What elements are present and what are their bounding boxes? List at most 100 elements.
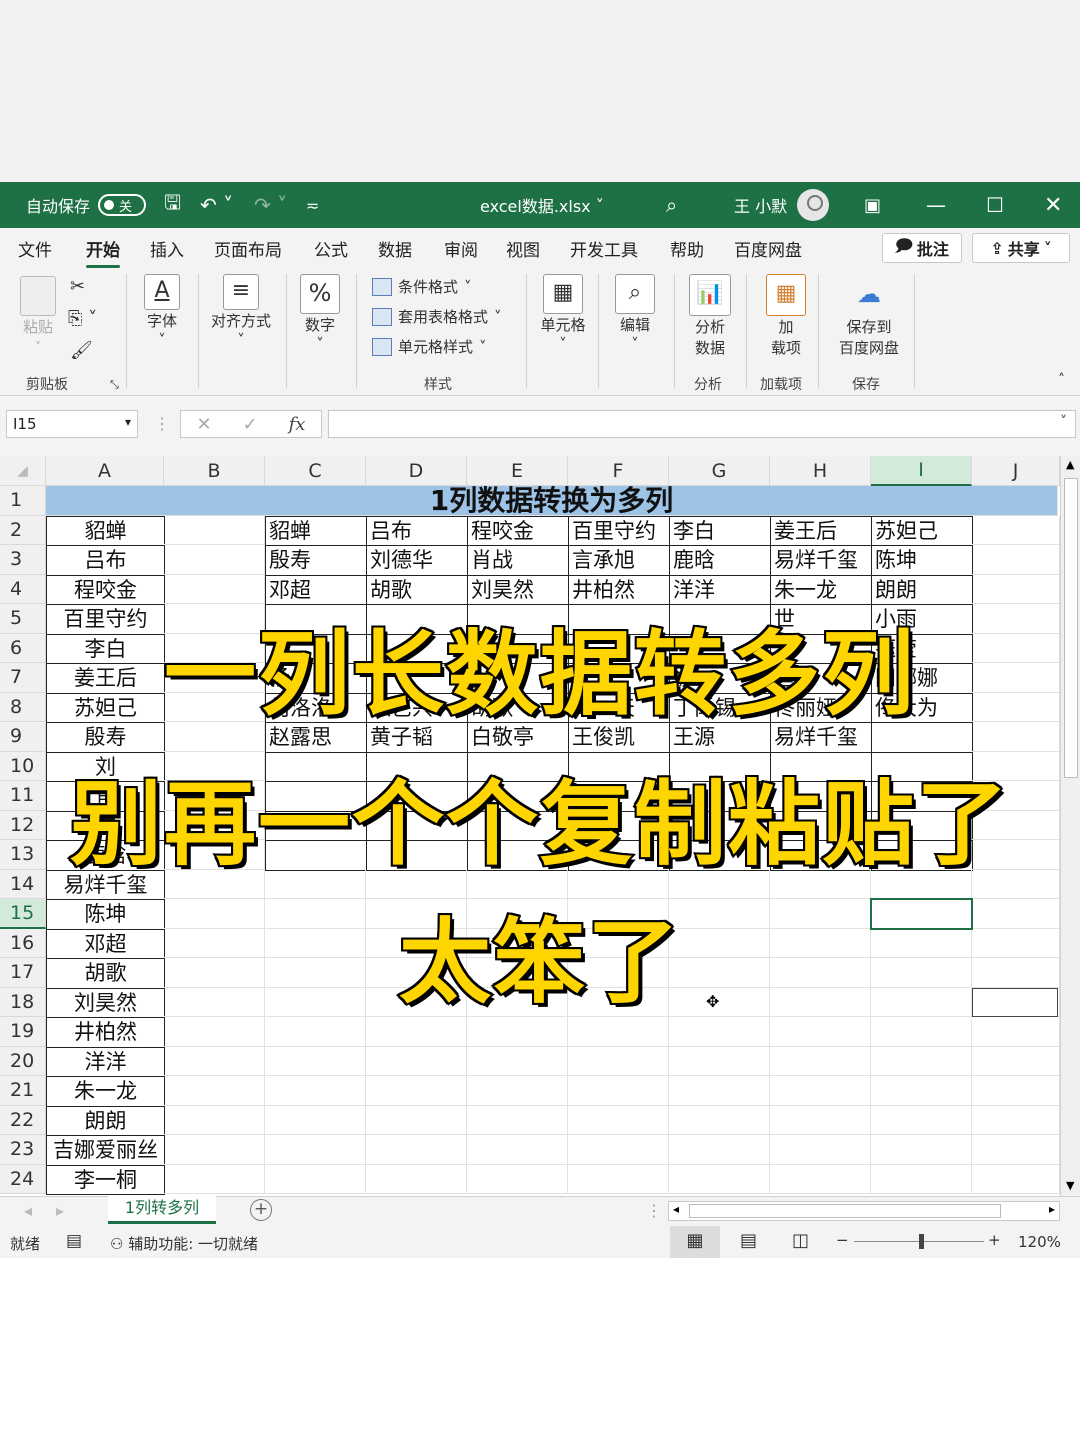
table-cell[interactable]: 井柏然 [46, 1017, 165, 1048]
zoom-level[interactable]: 120% [1018, 1233, 1061, 1251]
table-cell[interactable] [669, 1164, 770, 1194]
table-cell[interactable]: 吉娜爱丽丝 [46, 1135, 165, 1166]
tab-view[interactable]: 视图 [506, 236, 540, 261]
table-cell[interactable] [467, 1135, 568, 1165]
paste-button[interactable]: 粘贴 ˅ [18, 276, 58, 355]
row-header[interactable]: 21 [0, 1076, 46, 1106]
cut-icon[interactable]: ✂ [70, 276, 85, 297]
row-header[interactable]: 2 [0, 515, 46, 545]
table-cell[interactable]: 朱一龙 [46, 1076, 165, 1107]
table-cell[interactable] [164, 1164, 265, 1194]
sheet-tab-active[interactable]: 1列转多列 [108, 1196, 216, 1224]
table-cell[interactable] [265, 1017, 366, 1047]
table-cell[interactable]: 程咬金 [467, 515, 569, 546]
table-cell[interactable] [164, 1105, 265, 1135]
table-cell[interactable] [265, 1046, 366, 1076]
cell-style-button[interactable]: 单元格样式 ˅ [372, 336, 487, 357]
expand-formula-icon[interactable]: ˅ [1060, 414, 1067, 430]
macro-record-icon[interactable]: ▤ [66, 1231, 82, 1251]
page-layout-icon[interactable]: ▤ [740, 1230, 757, 1251]
accessibility-status[interactable]: ⚇ 辅助功能: 一切就绪 [110, 1233, 258, 1254]
scroll-down-icon[interactable]: ▼ [1066, 1179, 1074, 1192]
dialog-launcher-icon[interactable]: ⤡ [110, 378, 119, 392]
next-sheet-icon[interactable]: ▸ [56, 1201, 64, 1220]
table-cell[interactable]: 吕布 [46, 545, 165, 576]
customize-qat-icon[interactable]: ≂ [306, 182, 319, 228]
table-cell[interactable] [669, 1017, 770, 1047]
zoom-in-icon[interactable]: + [988, 1231, 1001, 1249]
prev-sheet-icon[interactable]: ◂ [24, 1201, 32, 1220]
maximize-icon[interactable]: ☐ [986, 182, 1004, 228]
table-cell[interactable] [669, 1105, 770, 1135]
table-cell[interactable] [164, 1076, 265, 1106]
row-header[interactable]: 24 [0, 1164, 46, 1194]
table-cell[interactable] [972, 1076, 1060, 1106]
table-cell[interactable] [770, 1105, 871, 1135]
table-cell[interactable] [366, 1017, 467, 1047]
tab-baidu[interactable]: 百度网盘 [734, 236, 802, 261]
tab-home[interactable]: 开始 [86, 236, 120, 268]
table-cell[interactable] [366, 1046, 467, 1076]
column-header[interactable]: E [467, 456, 568, 486]
column-header[interactable]: D [366, 456, 467, 486]
table-cell[interactable] [770, 1135, 871, 1165]
scroll-up-icon[interactable]: ▲ [1066, 458, 1074, 471]
minimize-icon[interactable]: — [926, 182, 946, 228]
table-cell[interactable]: 李一桐 [46, 1164, 165, 1195]
table-cell[interactable] [770, 1046, 871, 1076]
horizontal-scrollbar[interactable]: ◂ ▸ [668, 1201, 1060, 1221]
tab-page-layout[interactable]: 页面布局 [214, 236, 282, 261]
font-button[interactable]: A 字体 ˅ [140, 274, 184, 349]
tab-data[interactable]: 数据 [378, 236, 412, 261]
table-cell[interactable]: 李白 [669, 515, 771, 546]
column-header[interactable]: B [164, 456, 265, 486]
table-cell[interactable] [164, 515, 265, 545]
row-header[interactable]: 19 [0, 1017, 46, 1047]
table-cell[interactable] [164, 1017, 265, 1047]
row-header[interactable]: 23 [0, 1135, 46, 1165]
alignment-button[interactable]: ≡ 对齐方式 ˅ [206, 274, 276, 349]
analyze-data-button[interactable]: 📊 分析 数据 [686, 274, 734, 358]
close-icon[interactable]: ✕ [1044, 182, 1062, 228]
table-cell[interactable] [164, 545, 265, 575]
copy-icon[interactable]: ⎘ ˅ [68, 308, 97, 329]
collapse-ribbon-icon[interactable]: ˄ [1058, 372, 1065, 388]
page-break-icon[interactable]: ◫ [792, 1230, 809, 1251]
table-cell[interactable] [871, 1105, 972, 1135]
table-cell[interactable] [972, 1046, 1060, 1076]
table-cell[interactable] [871, 1164, 972, 1194]
editing-button[interactable]: ⌕ 编辑 ˅ [612, 274, 658, 353]
tab-review[interactable]: 审阅 [444, 236, 478, 261]
conditional-format-button[interactable]: 条件格式 ˅ [372, 276, 472, 297]
row-header[interactable]: 20 [0, 1046, 46, 1076]
table-cell[interactable]: 貂蝉 [265, 515, 367, 546]
table-cell[interactable]: 朗朗 [46, 1105, 165, 1136]
row-header[interactable]: 22 [0, 1105, 46, 1135]
table-cell[interactable]: 鹿晗 [669, 545, 771, 576]
table-cell[interactable] [972, 1105, 1060, 1135]
share-button[interactable]: ⇪ 共享 ˅ [972, 233, 1070, 263]
scroll-right-icon[interactable]: ▸ [1049, 1202, 1055, 1216]
column-header[interactable]: C [265, 456, 366, 486]
table-cell[interactable] [568, 1164, 669, 1194]
table-cell[interactable]: 苏妲己 [871, 515, 973, 546]
table-cell[interactable] [265, 1135, 366, 1165]
normal-view-button[interactable]: ▦ [670, 1226, 720, 1258]
format-painter-icon[interactable]: 🖌 [70, 340, 93, 361]
table-cell[interactable] [568, 1135, 669, 1165]
table-cell[interactable] [770, 1164, 871, 1194]
table-cell[interactable] [568, 1105, 669, 1135]
table-cell[interactable] [770, 1076, 871, 1106]
column-header[interactable]: G [669, 456, 770, 486]
table-cell[interactable] [568, 1046, 669, 1076]
table-cell[interactable]: 陈坤 [871, 545, 973, 576]
table-cell[interactable] [265, 1164, 366, 1194]
table-cell[interactable] [265, 1076, 366, 1106]
save-to-baidu-button[interactable]: ☁ 保存到 百度网盘 [834, 280, 904, 358]
table-cell[interactable] [164, 1135, 265, 1165]
column-header[interactable]: I [871, 456, 972, 486]
table-cell[interactable] [366, 1105, 467, 1135]
tab-insert[interactable]: 插入 [150, 236, 184, 261]
table-cell[interactable] [871, 1135, 972, 1165]
file-name[interactable]: excel数据.xlsx ˅ [480, 182, 604, 228]
